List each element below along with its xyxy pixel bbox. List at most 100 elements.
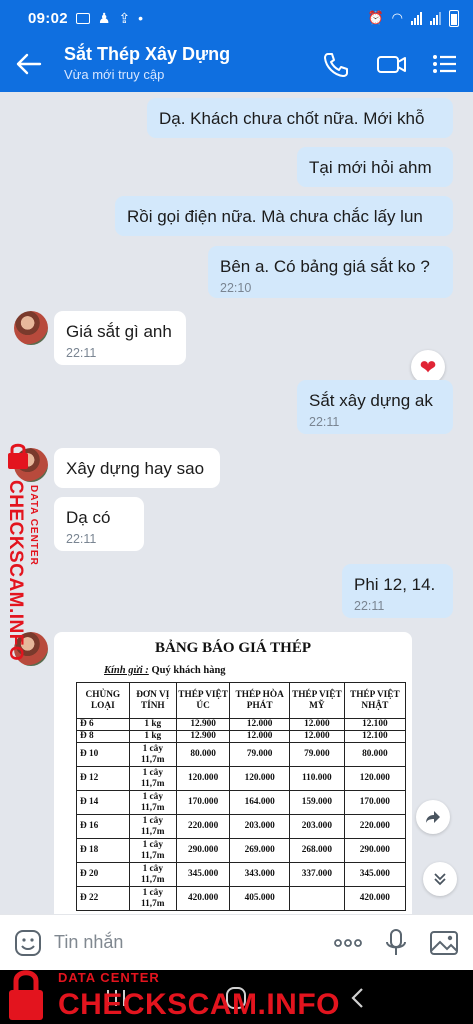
contact-name[interactable]: Sắt Thép Xây Dựng <box>64 44 230 65</box>
image-picker-button[interactable] <box>428 927 460 959</box>
price-list-image[interactable]: BẢNG BÁO GIÁ THÉP Kính gửi : Quý khách h… <box>54 632 412 914</box>
greeting-label: Kính gửi : <box>104 665 149 676</box>
price-table-row: Ð 10 1 cây 11,7m 80.000 79.000 79.000 80.000 <box>76 742 407 767</box>
price-table-cell: 110.000 <box>289 766 345 791</box>
price-table-cell: 12.000 <box>229 730 291 743</box>
microphone-icon <box>386 929 406 955</box>
message-bubble-out[interactable]: Sắt xây dựng ak 22:11 <box>297 380 453 434</box>
signal-1-icon <box>411 11 422 25</box>
price-table-cell: 1 cây 11,7m <box>128 790 177 815</box>
upload-notification-icon: ⇪ <box>118 9 131 26</box>
chat-area[interactable]: Dạ. Khách chưa chốt nữa. Mới khỗ Tại mới… <box>0 92 473 914</box>
image-icon <box>430 931 458 955</box>
last-seen-status: Vừa mới truy cập <box>64 67 165 82</box>
contact-avatar[interactable] <box>14 311 48 345</box>
price-table-cell: 12.000 <box>289 730 345 743</box>
message-text: Sắt xây dựng ak <box>309 391 433 410</box>
battery-icon <box>449 9 459 27</box>
price-table-cell: 290.000 <box>343 838 407 863</box>
reaction-emoji: ❤ <box>419 356 437 379</box>
price-table-cell: 268.000 <box>289 838 345 863</box>
video-camera-icon <box>377 56 406 73</box>
notification-icons: ♟ ⇪ • <box>75 9 144 27</box>
message-text: Bên a. Có bảng giá sắt ko ? <box>220 257 430 276</box>
nav-back-button[interactable] <box>338 984 378 1012</box>
price-table-cell: 12.100 <box>343 730 407 743</box>
price-table-cell: 159.000 <box>289 790 345 815</box>
price-table-header: THÉP VIỆT NHẬT <box>343 682 407 719</box>
scroll-to-bottom-button[interactable] <box>423 862 457 896</box>
price-table-cell: 405.000 <box>229 886 291 911</box>
price-table: CHỦNG LOẠI ĐƠN VỊ TÍNH THÉP VIỆT ÚC THÉP HÒ… <box>76 682 407 911</box>
message-bubble-out[interactable]: Dạ. Khách chưa chốt nữa. Mới khỗ <box>147 98 453 138</box>
share-button[interactable] <box>416 800 450 834</box>
voice-call-button[interactable] <box>321 50 351 78</box>
voice-record-button[interactable] <box>380 927 412 959</box>
price-table-cell: 12.900 <box>175 718 231 731</box>
message-text: Dạ có <box>66 508 111 527</box>
price-table-cell: 203.000 <box>289 814 345 839</box>
price-table-cell: 203.000 <box>229 814 291 839</box>
smiley-icon <box>15 930 41 956</box>
price-table-cell: 220.000 <box>175 814 231 839</box>
price-table-cell: 420.000 <box>175 886 231 911</box>
price-table-cell: 1 kg <box>128 718 177 731</box>
price-table-row: Ð 16 1 cây 11,7m 220.000 203.000 203.000 220.… <box>76 814 407 839</box>
price-table-cell: 120.000 <box>229 766 291 791</box>
message-bubble-out[interactable]: Tại mới hỏi ahm <box>297 147 453 187</box>
heart-reaction-icon[interactable]: ❤ <box>411 350 445 384</box>
price-table-header: ĐƠN VỊ TÍNH <box>128 682 177 719</box>
message-text: Xây dựng hay sao <box>66 459 205 478</box>
message-bubble-in[interactable]: Dạ có 22:11 <box>54 497 144 551</box>
price-table-cell: Ð 18 <box>76 838 130 863</box>
watermark-tagline: DATA CENTER <box>28 485 39 566</box>
price-table-cell: 290.000 <box>175 838 231 863</box>
price-table-cell: 12.000 <box>289 718 345 731</box>
message-text: Rồi gọi điện nữa. Mà chưa chắc lấy lun <box>127 207 423 226</box>
price-table-cell: 1 cây 11,7m <box>128 838 177 863</box>
price-table-cell: 170.000 <box>343 790 407 815</box>
lock-icon <box>9 970 43 1020</box>
watermark-tagline: DATA CENTER <box>58 970 160 985</box>
message-bubble-out[interactable]: Phi 12, 14. 22:11 <box>342 564 453 618</box>
watermark-brand: CHECKSCAM.INFO <box>58 988 340 1021</box>
back-arrow-icon <box>16 53 42 75</box>
price-list-greeting: Kính gửi : Quý khách hàng <box>104 665 226 676</box>
price-table-cell: Ð 16 <box>76 814 130 839</box>
signal-2-icon <box>430 11 441 25</box>
price-table-cell: 120.000 <box>343 766 407 791</box>
price-table-cell: 1 cây 11,7m <box>128 814 177 839</box>
message-bubble-out[interactable]: Rồi gọi điện nữa. Mà chưa chắc lấy lun <box>115 196 453 236</box>
status-time: 09:02 <box>28 9 68 27</box>
message-bubble-in[interactable]: Giá sắt gì anh 22:11 <box>54 311 186 365</box>
message-time: 22:11 <box>309 415 340 429</box>
price-table-row: Ð 12 1 cây 11,7m 120.000 120.000 110.000 120.… <box>76 766 407 791</box>
video-call-button[interactable] <box>375 50 409 78</box>
message-input[interactable]: Tin nhắn <box>54 932 123 953</box>
share-arrow-icon <box>426 811 440 823</box>
wifi-icon: ◠ <box>391 10 403 25</box>
price-table-cell: 12.000 <box>229 718 291 731</box>
price-table-header: CHỦNG LOẠI <box>76 682 130 719</box>
price-table-cell: 12.100 <box>343 718 407 731</box>
more-options-button[interactable] <box>332 927 364 959</box>
dot-icon: • <box>138 10 144 26</box>
price-table-row: Ð 22 1 cây 11,7m 420.000 405.000 420.000 <box>76 886 407 911</box>
watermark-side: CHECKSCAM.INFO DATA CENTER <box>4 440 44 670</box>
menu-button[interactable] <box>430 50 460 78</box>
price-table-cell: 120.000 <box>175 766 231 791</box>
price-table-cell: Ð 6 <box>76 718 130 731</box>
price-table-row: Ð 18 1 cây 11,7m 290.000 269.000 268.000 290.… <box>76 838 407 863</box>
message-text: Dạ. Khách chưa chốt nữa. Mới khỗ <box>159 109 425 128</box>
price-table-cell: Ð 12 <box>76 766 130 791</box>
more-dots-icon <box>334 939 362 947</box>
message-bubble-out[interactable]: Bên a. Có bảng giá sắt ko ? 22:10 <box>208 246 453 298</box>
price-table-row: Ð 81 kg 12.900 12.000 12.000 12.100 <box>76 730 407 743</box>
sticker-button[interactable] <box>12 927 44 959</box>
back-button[interactable] <box>14 50 46 78</box>
message-bubble-in[interactable]: Xây dựng hay sao <box>54 448 220 488</box>
message-time: 22:11 <box>354 599 385 613</box>
price-table-cell <box>289 886 345 911</box>
price-table-cell: 345.000 <box>175 862 231 887</box>
price-table-cell: Ð 14 <box>76 790 130 815</box>
